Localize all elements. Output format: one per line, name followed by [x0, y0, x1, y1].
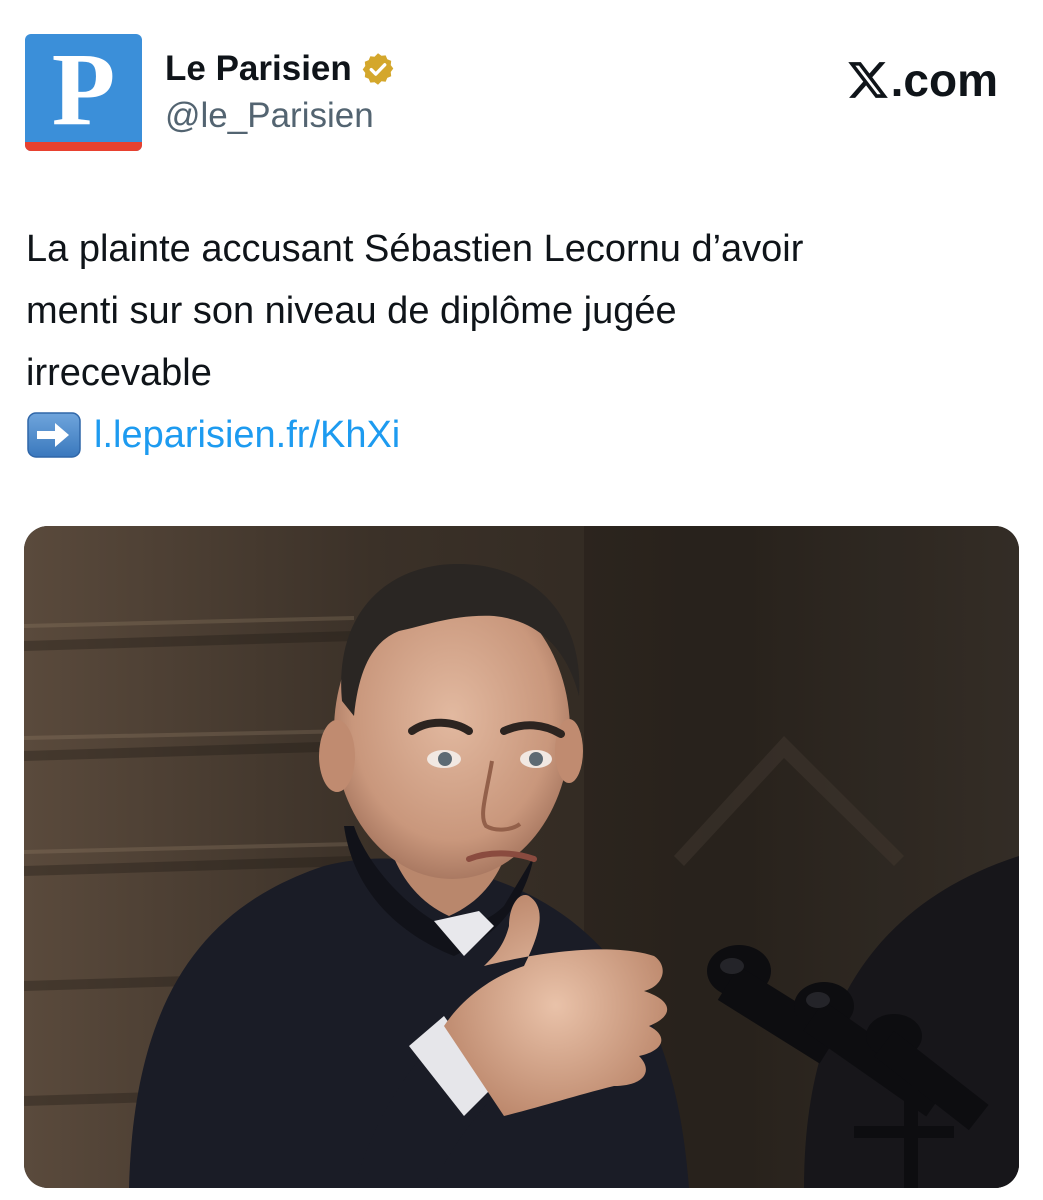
- right-arrow-emoji-icon: [26, 411, 82, 459]
- link-row: l.leparisien.fr/KhXi: [26, 404, 1016, 466]
- tweet-link[interactable]: l.leparisien.fr/KhXi: [94, 404, 400, 466]
- tweet-text: La plainte accusant Sébastien Lecornu d’…: [26, 218, 1016, 466]
- account-handle[interactable]: @le_Parisien: [165, 96, 374, 136]
- tweet-text-line: irrecevable: [26, 352, 212, 394]
- display-name-row: Le Parisien: [165, 46, 396, 92]
- account-avatar[interactable]: P: [25, 34, 142, 151]
- tweet-text-line: menti sur son niveau de diplôme jugée: [26, 290, 677, 332]
- tweet-photo[interactable]: [24, 526, 1019, 1188]
- x-logo-icon: [846, 58, 890, 102]
- brand-suffix: .com: [890, 54, 998, 106]
- x-com-brand: .com: [846, 52, 998, 108]
- display-name[interactable]: Le Parisien: [165, 49, 352, 89]
- verified-badge-icon: [360, 51, 396, 87]
- avatar-letter: P: [51, 34, 116, 147]
- avatar-stripe: [25, 142, 142, 151]
- tweet-text-line: La plainte accusant Sébastien Lecornu d’…: [26, 228, 804, 270]
- news-photo: [24, 526, 1019, 1188]
